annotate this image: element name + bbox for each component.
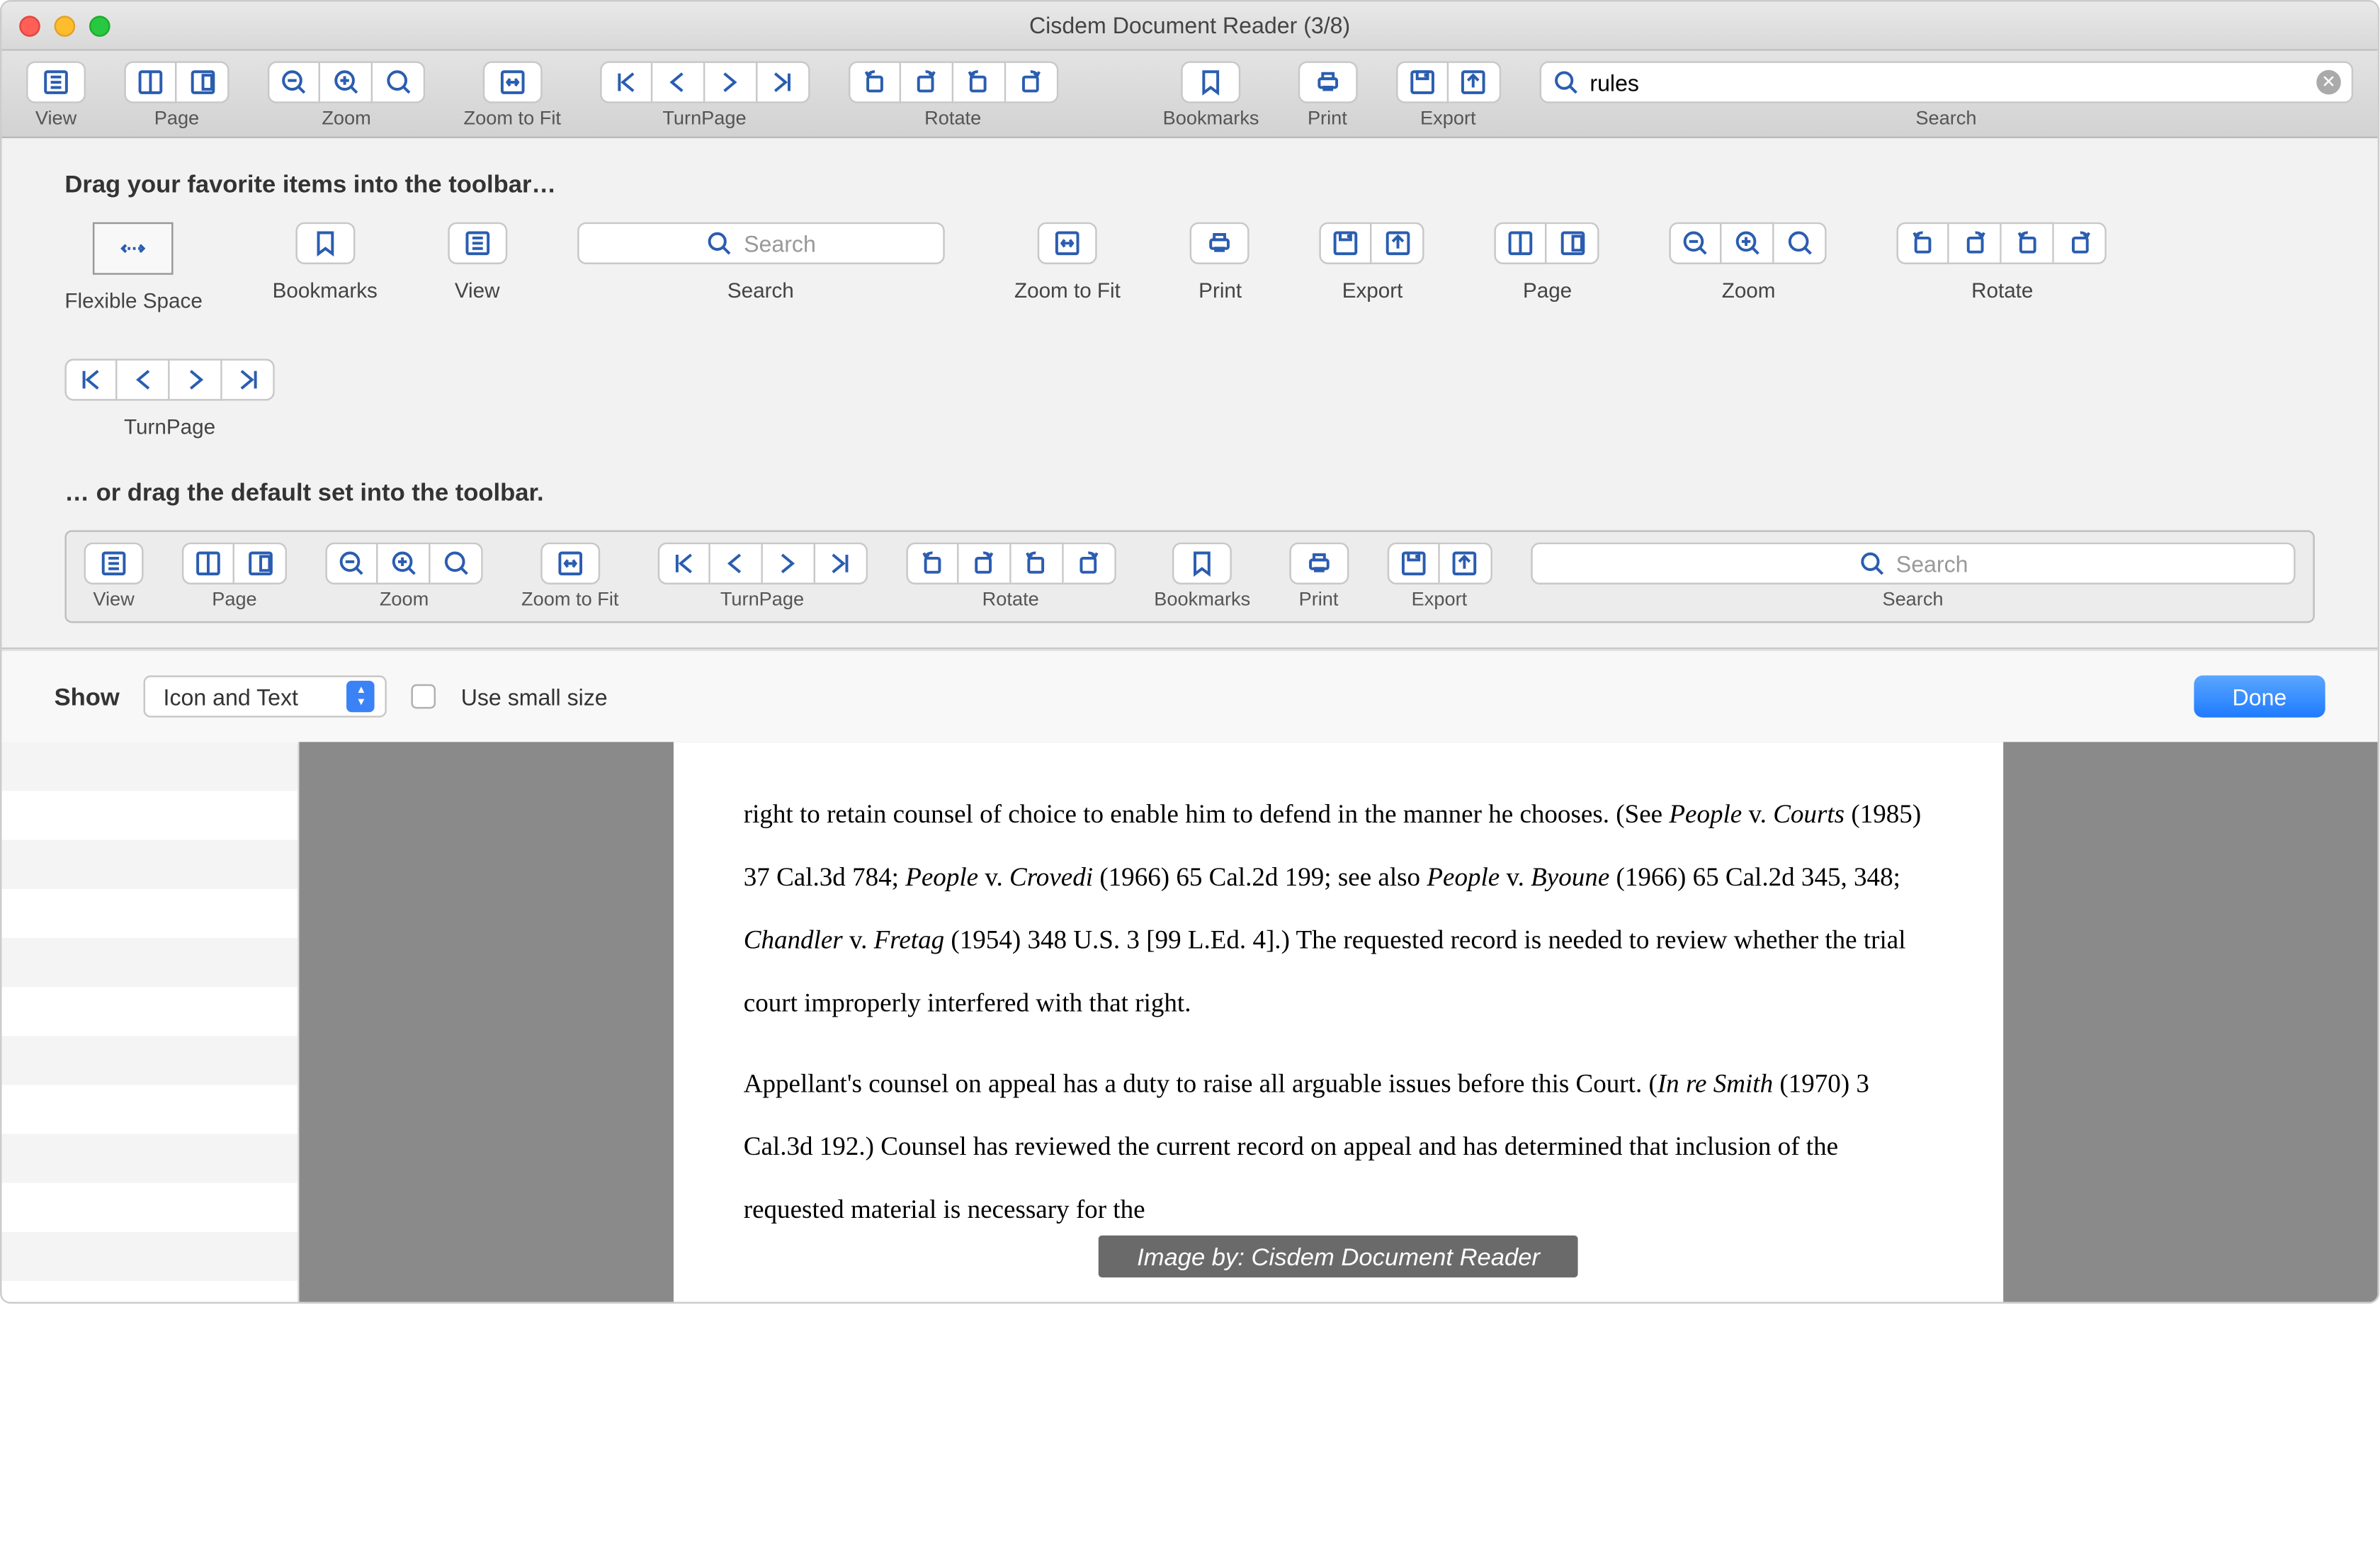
customize-toolbar-sheet: Drag your favorite items into the toolba…: [1, 138, 2377, 649]
palette-export[interactable]: Export: [1320, 222, 1424, 313]
print-button[interactable]: [1298, 61, 1357, 103]
chevron-updown-icon: ▴▾: [347, 681, 375, 712]
search-input[interactable]: [1590, 69, 2306, 96]
rotate-left-button[interactable]: [848, 61, 900, 103]
zoom-label: Zoom: [322, 108, 370, 130]
small-size-checkbox[interactable]: [412, 684, 437, 709]
app-window: Cisdem Document Reader (3/8) View Page Z…: [0, 0, 2379, 1304]
zoom-to-fit-label: Zoom to Fit: [464, 108, 561, 130]
view-button[interactable]: [26, 61, 86, 103]
document-page: right to retain counsel of choice to ena…: [674, 742, 2003, 1301]
palette-zoom-to-fit[interactable]: Zoom to Fit: [1014, 222, 1121, 313]
palette-view[interactable]: View: [448, 222, 507, 313]
prev-page-button[interactable]: [652, 61, 704, 103]
watermark-label: Image by: Cisdem Document Reader: [1099, 1236, 1579, 1277]
document-viewport[interactable]: right to retain counsel of choice to ena…: [299, 742, 2377, 1301]
default-toolbar-set[interactable]: View Page Zoom Zoom to Fit TurnPage Rota…: [64, 530, 2314, 623]
default-heading: … or drag the default set into the toolb…: [64, 478, 2314, 506]
rotate-label: Rotate: [924, 108, 981, 130]
page-single-button[interactable]: [124, 61, 176, 103]
turnpage-label: TurnPage: [662, 108, 746, 130]
share-icon: [1384, 230, 1412, 258]
zoom-out-button[interactable]: [268, 61, 320, 103]
thumbnail-sidebar[interactable]: [1, 742, 299, 1301]
bookmarks-label: Bookmarks: [1163, 108, 1259, 130]
print-label: Print: [1308, 108, 1347, 130]
show-label: Show: [55, 682, 120, 711]
view-icon: [463, 230, 492, 258]
toolbar-palette: Flexible Space Bookmarks View Search Sea…: [64, 222, 2314, 439]
last-page-button[interactable]: [757, 61, 810, 103]
rotate-all-right-button[interactable]: [1005, 61, 1058, 103]
palette-print[interactable]: Print: [1191, 222, 1250, 313]
export-label: Export: [1420, 108, 1476, 130]
search-label: Search: [1915, 108, 1976, 130]
small-size-label: Use small size: [461, 684, 608, 710]
palette-page[interactable]: Page: [1495, 222, 1599, 313]
rotate-right-button[interactable]: [900, 61, 953, 103]
drag-heading: Drag your favorite items into the toolba…: [64, 170, 2314, 198]
search-icon: [1551, 68, 1580, 96]
palette-bookmarks[interactable]: Bookmarks: [273, 222, 378, 313]
window-title: Cisdem Document Reader (3/8): [1, 12, 2377, 38]
first-page-button[interactable]: [599, 61, 652, 103]
show-mode-select[interactable]: Icon and Text ▴▾: [144, 675, 387, 717]
export-save-button[interactable]: [1395, 61, 1448, 103]
titlebar: Cisdem Document Reader (3/8): [1, 1, 2377, 50]
done-button[interactable]: Done: [2194, 675, 2325, 717]
print-icon: [1206, 230, 1235, 258]
search-icon: [706, 230, 734, 258]
page-continuous-button[interactable]: [176, 61, 229, 103]
bookmark-icon: [311, 230, 339, 258]
palette-zoom[interactable]: Zoom: [1670, 222, 1827, 313]
bookmarks-button[interactable]: [1182, 61, 1241, 103]
customize-footer: Show Icon and Text ▴▾ Use small size Don…: [1, 649, 2377, 742]
zoom-to-fit-button[interactable]: [482, 61, 542, 103]
page-label: Page: [154, 108, 199, 130]
search-field[interactable]: ✕: [1539, 61, 2353, 103]
view-label: View: [35, 108, 76, 130]
clear-search-button[interactable]: ✕: [2316, 70, 2341, 95]
zoom-actual-button[interactable]: [373, 61, 425, 103]
palette-search[interactable]: Search Search: [577, 222, 944, 313]
flexible-space-icon: [120, 235, 148, 263]
zoom-to-fit-icon: [1053, 230, 1082, 258]
next-page-button[interactable]: [704, 61, 756, 103]
rotate-all-left-button[interactable]: [953, 61, 1005, 103]
export-share-button[interactable]: [1448, 61, 1500, 103]
zoom-in-button[interactable]: [320, 61, 373, 103]
palette-flexible-space[interactable]: Flexible Space: [64, 222, 202, 313]
save-icon: [1332, 230, 1361, 258]
palette-rotate[interactable]: Rotate: [1898, 222, 2107, 313]
content-area: right to retain counsel of choice to ena…: [1, 742, 2377, 1301]
palette-turnpage[interactable]: TurnPage: [64, 358, 274, 439]
main-toolbar: View Page Zoom Zoom to Fit: [1, 51, 2377, 139]
